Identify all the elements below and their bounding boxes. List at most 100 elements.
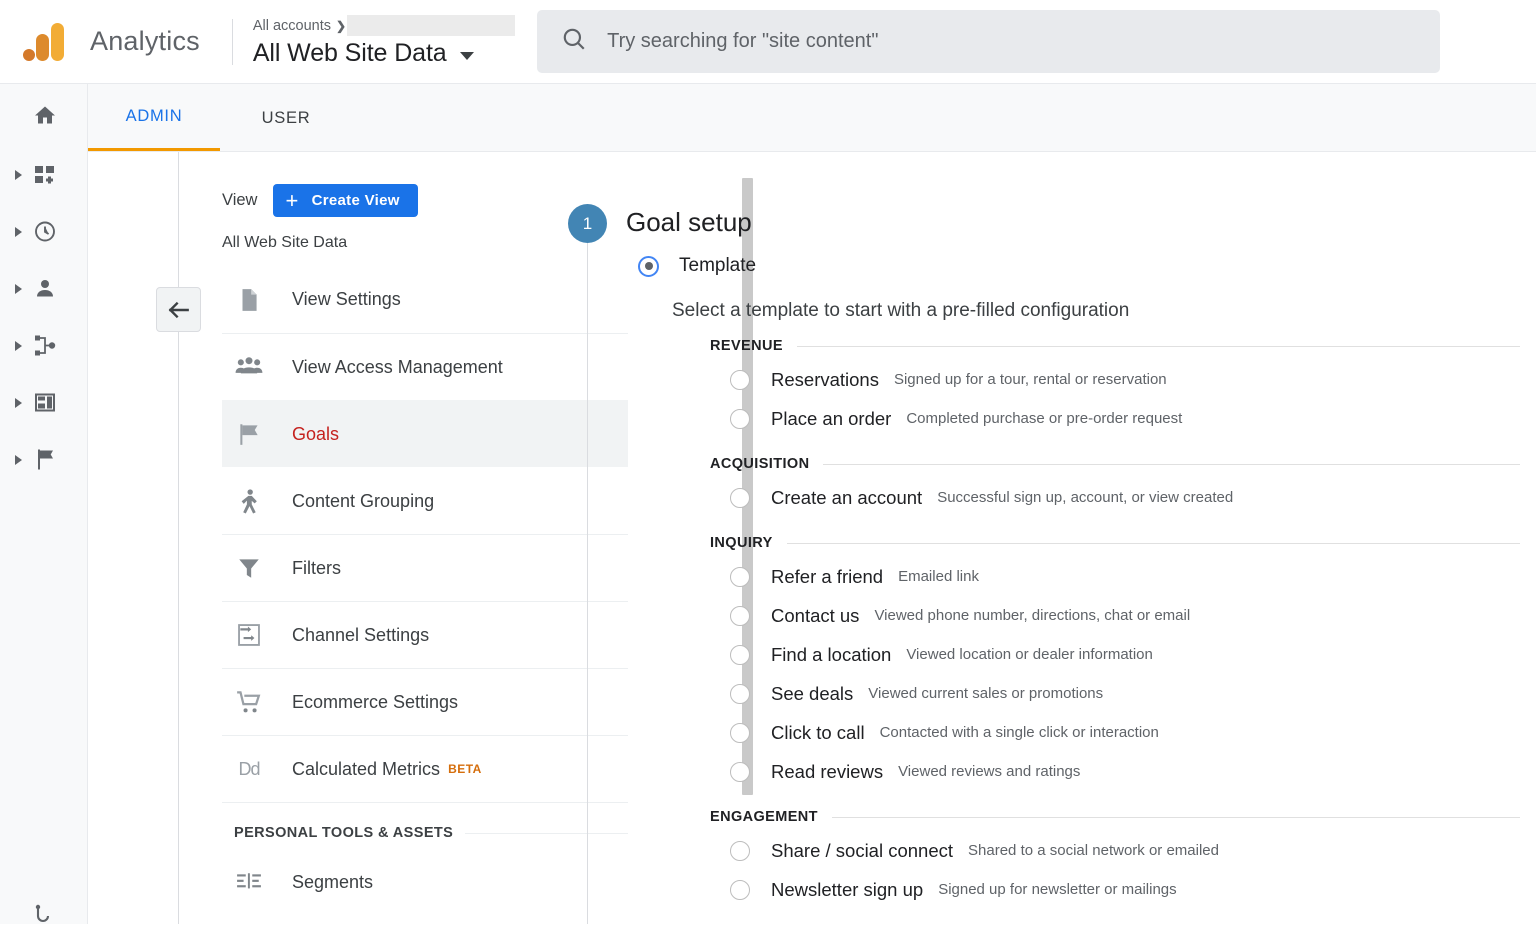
admin-user-tabs: ADMIN USER — [88, 84, 1536, 152]
option-radio[interactable] — [730, 761, 750, 782]
group-header: REVENUE — [710, 338, 1520, 354]
menu-item-label: Channel Settings — [292, 624, 430, 645]
breadcrumb-root[interactable]: All accounts — [253, 18, 331, 34]
option-label: See deals — [771, 682, 854, 704]
step-number-badge: 1 — [568, 204, 607, 243]
breadcrumb[interactable]: All accounts ❯ — [253, 15, 516, 36]
group-acquisition: ACQUISITION Create an account Successful… — [710, 456, 1520, 517]
flag-icon — [33, 448, 57, 472]
menu-item-label: Filters — [292, 557, 341, 578]
template-radio-row[interactable]: Template — [638, 255, 756, 277]
tab-user[interactable]: USER — [220, 85, 352, 151]
option-description: Completed purchase or pre-order request — [906, 410, 1183, 427]
option-description: Successful sign up, account, or view cre… — [937, 489, 1234, 506]
rail-item-acquisition[interactable] — [0, 317, 87, 374]
option-label: Refer a friend — [771, 565, 884, 587]
view-column-label: View — [222, 191, 258, 209]
customization-icon — [33, 163, 57, 187]
group-rule — [823, 463, 1520, 465]
group-rule — [786, 542, 1520, 544]
group-engagement: ENGAGEMENT Share / social connect Shared… — [710, 809, 1520, 909]
template-option-newsletter-sign-up[interactable]: Newsletter sign up Signed up for newslet… — [710, 870, 1520, 909]
view-menu-list: View Settings View Access Management Goa… — [208, 266, 628, 916]
menu-item-label: Segments — [292, 872, 374, 892]
create-view-button[interactable]: + Create View — [273, 184, 418, 217]
template-option-read-reviews[interactable]: Read reviews Viewed reviews and ratings — [710, 752, 1520, 791]
rail-item-customization[interactable] — [0, 146, 87, 203]
beta-badge: BETA — [448, 762, 482, 776]
template-option-find-a-location[interactable]: Find a location Viewed location or deale… — [710, 635, 1520, 674]
shopping-cart-icon — [234, 688, 264, 716]
option-radio[interactable] — [730, 487, 750, 508]
option-radio[interactable] — [730, 879, 750, 900]
group-title: INQUIRY — [710, 535, 773, 551]
template-option-create-an-account[interactable]: Create an account Successful sign up, ac… — [710, 478, 1520, 517]
menu-item-label: Calculated Metrics — [292, 758, 441, 779]
option-radio[interactable] — [730, 840, 750, 861]
people-icon — [234, 353, 264, 381]
option-radio[interactable] — [730, 605, 750, 626]
option-radio[interactable] — [730, 369, 750, 390]
option-description: Contacted with a single click or interac… — [879, 724, 1159, 741]
option-radio[interactable] — [730, 683, 750, 704]
template-radio-label: Template — [679, 255, 757, 276]
rail-item-conversions[interactable] — [0, 431, 87, 488]
expand-arrow-icon — [15, 226, 22, 237]
option-description: Emailed link — [898, 568, 979, 585]
plus-icon: + — [285, 187, 299, 213]
option-label: Click to call — [771, 721, 865, 743]
view-selector[interactable]: All Web Site Data — [253, 39, 515, 68]
option-description: Viewed location or dealer information — [906, 646, 1153, 663]
expand-arrow-icon — [15, 283, 22, 294]
search-input[interactable]: Try searching for "site content" — [537, 10, 1441, 73]
header-divider — [231, 18, 233, 65]
group-header: ACQUISITION — [710, 456, 1520, 472]
option-label: Create an account — [771, 486, 923, 508]
person-icon — [33, 277, 57, 301]
rail-item-realtime[interactable] — [0, 203, 87, 260]
tab-admin[interactable]: ADMIN — [88, 85, 220, 151]
group-rule — [831, 816, 1520, 818]
account-selector[interactable]: All accounts ❯ All Web Site Data — [253, 15, 516, 68]
template-radio[interactable] — [638, 255, 659, 277]
template-option-place-an-order[interactable]: Place an order Completed purchase or pre… — [710, 399, 1520, 438]
option-radio[interactable] — [730, 644, 750, 665]
rail-item-discover[interactable] — [33, 904, 57, 928]
template-option-see-deals[interactable]: See deals Viewed current sales or promot… — [710, 674, 1520, 713]
template-option-click-to-call[interactable]: Click to call Contacted with a single cl… — [710, 713, 1520, 752]
clock-icon — [33, 220, 57, 244]
goal-setup-panel: 1 Goal setup Template Select a template … — [568, 152, 1536, 924]
analytics-logo[interactable] — [0, 20, 88, 64]
funnel-icon — [234, 554, 264, 582]
chevron-down-icon — [459, 52, 474, 60]
option-radio[interactable] — [730, 566, 750, 587]
rail-item-audience[interactable] — [0, 260, 87, 317]
option-radio[interactable] — [730, 408, 750, 429]
window-layout-icon — [33, 391, 57, 415]
expand-arrow-icon — [15, 454, 22, 465]
option-description: Signed up for newsletter or mailings — [938, 881, 1177, 898]
back-button[interactable] — [156, 287, 201, 332]
template-option-reservations[interactable]: Reservations Signed up for a tour, renta… — [710, 360, 1520, 399]
template-option-contact-us[interactable]: Contact us Viewed phone number, directio… — [710, 596, 1520, 635]
option-description: Viewed current sales or promotions — [868, 685, 1104, 702]
rail-item-behavior[interactable] — [0, 374, 87, 431]
group-revenue: REVENUE Reservations Signed up for a tou… — [710, 338, 1520, 438]
expand-arrow-icon — [15, 169, 22, 180]
group-header: INQUIRY — [710, 535, 1520, 551]
menu-item-label: Goals — [292, 423, 340, 444]
option-radio[interactable] — [730, 722, 750, 743]
menu-item-label: View Settings — [292, 289, 401, 309]
expand-arrow-icon — [15, 340, 22, 351]
template-description: Select a template to start with a pre-fi… — [672, 300, 1130, 321]
option-label: Place an order — [771, 407, 892, 429]
expand-arrow-icon — [15, 397, 22, 408]
create-view-label: Create View — [311, 192, 400, 209]
current-view-name: All Web Site Data — [222, 234, 348, 251]
page-title: Goal setup — [626, 207, 752, 237]
option-description: Shared to a social network or emailed — [968, 842, 1219, 859]
rail-item-home[interactable] — [0, 84, 87, 146]
template-option-refer-a-friend[interactable]: Refer a friend Emailed link — [710, 557, 1520, 596]
menu-item-label: View Access Management — [292, 356, 503, 377]
template-option-share-social-connect[interactable]: Share / social connect Shared to a socia… — [710, 831, 1520, 870]
